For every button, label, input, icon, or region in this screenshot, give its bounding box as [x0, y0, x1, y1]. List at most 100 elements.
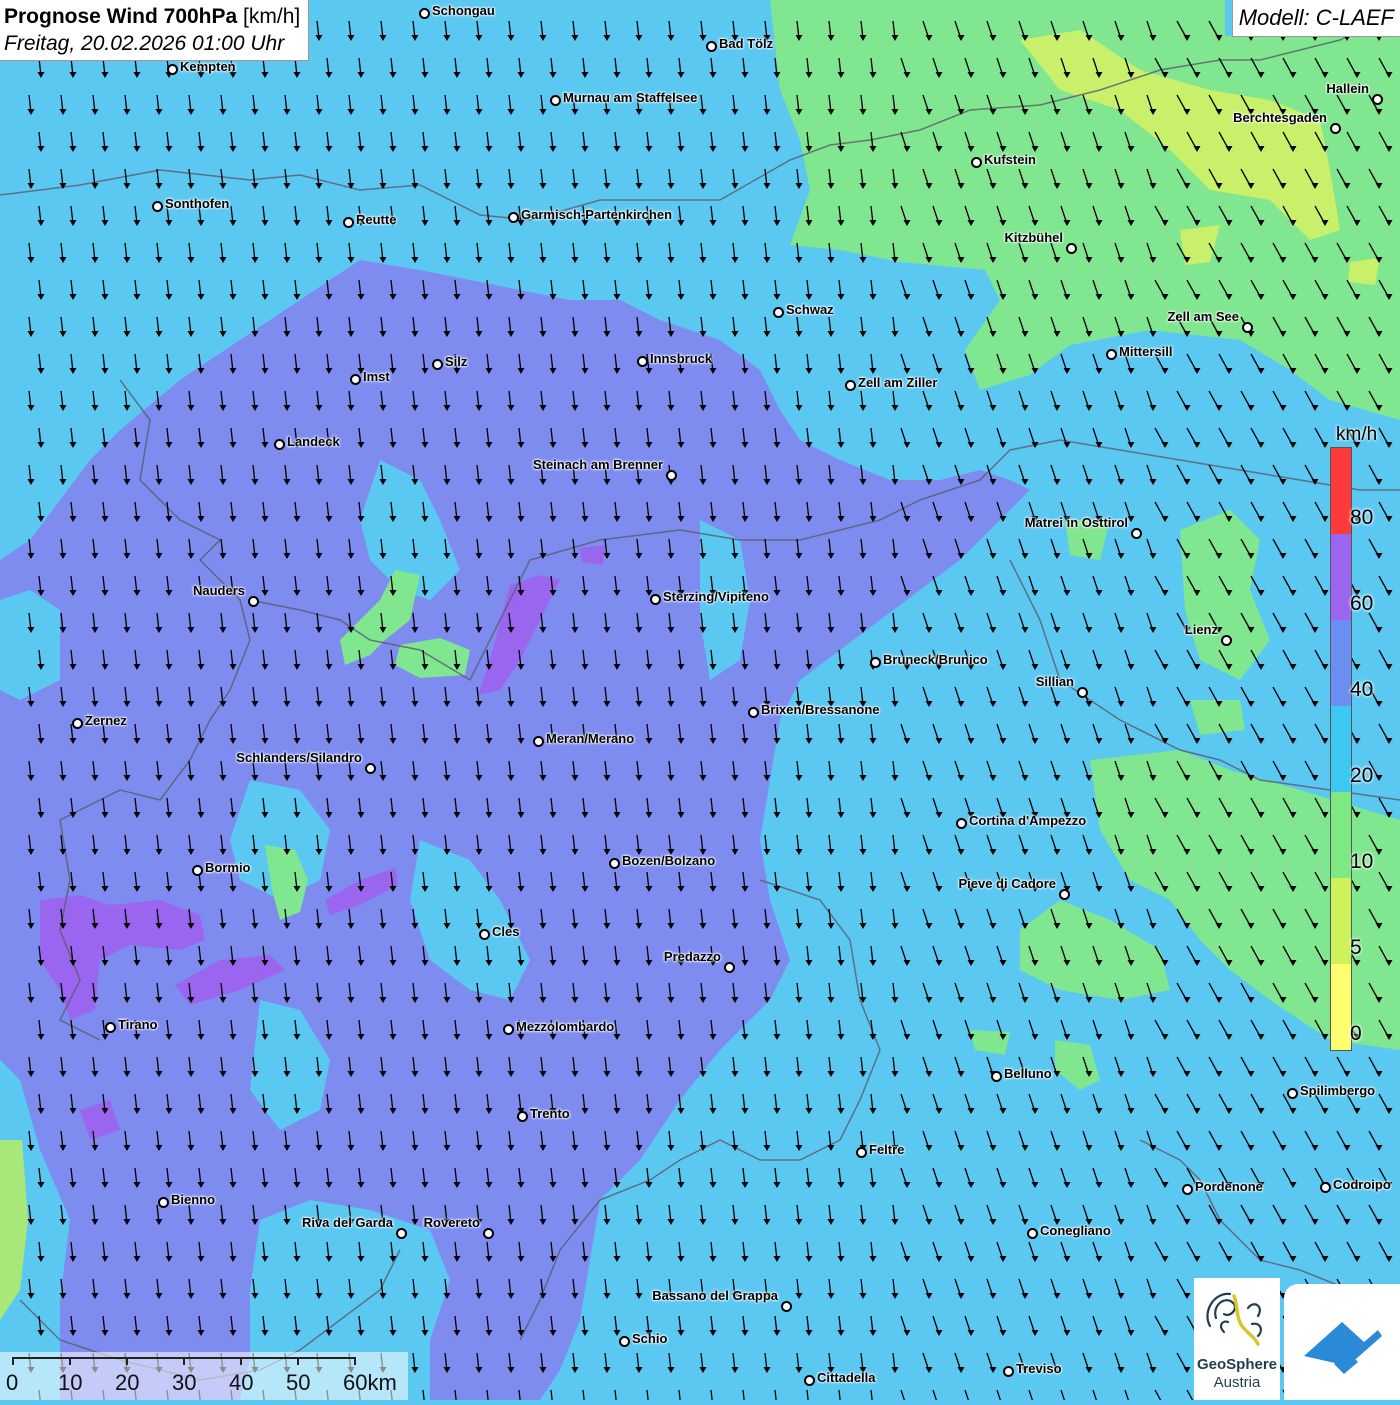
city-marker: [248, 596, 259, 607]
city-label: Spilimbergo: [1300, 1083, 1376, 1098]
city-marker: [1221, 635, 1232, 646]
city-label: Nauders: [192, 583, 245, 598]
city-label: Treviso: [1016, 1361, 1062, 1376]
scale-label: 10: [58, 1370, 83, 1395]
city-label: Garmisch-Partenkirchen: [521, 207, 673, 222]
city-label: Bassano del Grappa: [652, 1288, 778, 1303]
legend-segment: [1331, 534, 1351, 620]
city-marker: [550, 95, 561, 106]
city-marker: [706, 41, 717, 52]
scale-label: 40: [229, 1370, 254, 1395]
legend-label: 20: [1350, 764, 1374, 787]
city-marker: [1027, 1228, 1038, 1239]
city-marker: [724, 962, 735, 973]
city-label: Feltre: [869, 1142, 905, 1157]
city-label: Cittadella: [817, 1370, 876, 1385]
city-marker: [1242, 322, 1253, 333]
city-label: Kitzbühel: [1004, 230, 1064, 245]
legend-label: 60: [1350, 592, 1374, 615]
scale-label: 30: [172, 1370, 197, 1395]
legend-color-bar: [1330, 447, 1352, 1051]
city-marker: [479, 929, 490, 940]
city-marker: [666, 470, 677, 481]
logo-text-geosphere: GeoSphere: [1196, 1356, 1278, 1373]
city-marker: [1372, 94, 1383, 105]
city-label: Riva del Garda: [301, 1215, 393, 1230]
forecast-datetime: Freitag, 20.02.2026 01:00 Uhr: [4, 32, 285, 55]
geosphere-logo[interactable]: GeoSphere Austria: [1194, 1278, 1280, 1400]
legend-segment: [1331, 792, 1351, 878]
scale-label: 60km: [343, 1370, 397, 1395]
city-label: Kufstein: [984, 152, 1036, 167]
scale-tick: [126, 1357, 128, 1365]
city-label: Berchtesgaden: [1233, 110, 1327, 125]
city-label: Silz: [445, 354, 468, 369]
city-marker: [856, 1147, 867, 1158]
scale-tick: [240, 1357, 242, 1365]
scale-label: 50: [286, 1370, 311, 1395]
legend-label: 0: [1350, 1022, 1362, 1045]
city-label: Murnau am Staffelsee: [563, 90, 698, 105]
city-marker: [1077, 687, 1088, 698]
city-marker: [350, 374, 361, 385]
city-label: Landeck: [287, 434, 340, 449]
city-marker: [508, 212, 519, 223]
city-label: Sonthofen: [165, 196, 230, 211]
app-icon: [1304, 1322, 1382, 1374]
city-marker: [637, 356, 648, 367]
city-label: Bormio: [205, 860, 251, 875]
city-marker: [533, 736, 544, 747]
city-label: Innsbruck: [650, 351, 713, 366]
city-marker: [1003, 1366, 1014, 1377]
legend-segment: [1331, 964, 1351, 1050]
scale-tick: [354, 1357, 356, 1365]
city-marker: [609, 858, 620, 869]
city-marker: [396, 1228, 407, 1239]
model-label: Modell: C-LAEF: [1231, 0, 1400, 37]
city-marker: [503, 1024, 514, 1035]
app-logo[interactable]: [1284, 1284, 1400, 1400]
city-label: Zell am Ziller: [858, 375, 938, 390]
city-label: Bad Tölz: [719, 36, 774, 51]
city-marker: [1182, 1184, 1193, 1195]
map-title-unit: [km/h]: [243, 5, 301, 28]
legend-segment: [1331, 878, 1351, 964]
city-marker: [152, 201, 163, 212]
city-marker: [870, 657, 881, 668]
city-marker: [432, 359, 443, 370]
wind-zone-20-40-hole-6: [0, 590, 60, 700]
city-label: Reutte: [356, 212, 397, 227]
legend-unit: km/h: [1336, 424, 1378, 445]
city-label: Bruneck/Brunico: [883, 652, 988, 667]
city-label: Pieve di Cadore: [958, 876, 1056, 891]
city-marker: [1106, 349, 1117, 360]
city-marker: [1287, 1088, 1298, 1099]
city-label: Schongau: [432, 3, 495, 18]
city-marker: [971, 157, 982, 168]
city-label: Mezzolombardo: [516, 1019, 615, 1034]
city-marker: [956, 818, 967, 829]
legend-label: 40: [1350, 678, 1374, 701]
city-marker: [158, 1197, 169, 1208]
city-marker: [419, 8, 430, 19]
city-marker: [1330, 123, 1341, 134]
city-marker: [991, 1071, 1002, 1082]
scale-tick: [12, 1357, 14, 1365]
city-marker: [1059, 889, 1070, 900]
city-label: Tirano: [118, 1017, 158, 1032]
city-marker: [619, 1336, 630, 1347]
map-title-main: Prognose Wind 700hPa: [4, 5, 238, 28]
city-marker: [773, 307, 784, 318]
city-marker: [192, 865, 203, 876]
city-marker: [1131, 528, 1142, 539]
city-marker: [1066, 243, 1077, 254]
city-marker: [167, 64, 178, 75]
scale-label: 0: [6, 1370, 19, 1395]
city-marker: [1320, 1182, 1331, 1193]
title-box: Prognose Wind 700hPa [km/h] Freitag, 20.…: [0, 0, 310, 61]
city-label: Cles: [492, 924, 520, 939]
city-label: Codroipo: [1333, 1177, 1391, 1192]
city-label: Cortina d'Ampezzo: [969, 813, 1087, 828]
city-marker: [343, 217, 354, 228]
scale-label: 20: [115, 1370, 140, 1395]
